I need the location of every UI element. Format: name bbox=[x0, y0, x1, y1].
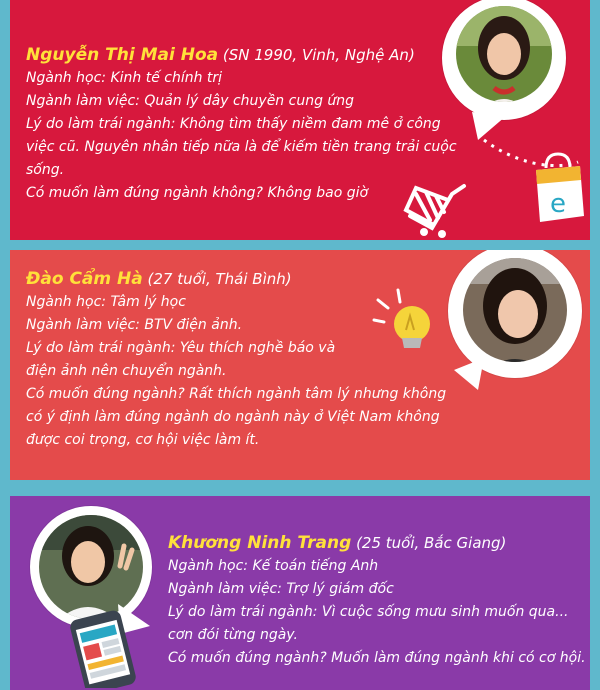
profile-line: Ngành học: Kinh tế chính trị bbox=[26, 70, 223, 86]
shopping-bag-icon: e bbox=[536, 152, 584, 222]
profile-line: Có muốn đúng ngành? Muốn làm đúng ngành … bbox=[168, 650, 586, 666]
profile-line: Có muốn đúng ngành? Rất thích ngành tâm … bbox=[26, 386, 447, 402]
smartphone-icon bbox=[70, 610, 136, 688]
profile-card-cam-ha: Đào Cẩm Hà (27 tuổi, Thái Bình) Ngành họ… bbox=[10, 250, 590, 480]
profile-card-mai-hoa: Nguyễn Thị Mai Hoa (SN 1990, Vinh, Nghệ … bbox=[10, 0, 590, 240]
profile-name: Đào Cẩm Hà bbox=[26, 269, 143, 289]
profile-text: Khương Ninh Trang (25 tuổi, Bắc Giang) N… bbox=[168, 532, 586, 670]
profile-line: Ngành làm việc: Trợ lý giám đốc bbox=[168, 581, 394, 597]
profile-info: (25 tuổi, Bắc Giang) bbox=[356, 534, 507, 552]
profile-name: Khương Ninh Trang bbox=[168, 533, 352, 553]
profile-info: (SN 1990, Vinh, Nghệ An) bbox=[222, 46, 415, 64]
profile-line: Ngành làm việc: Quản lý dây chuyền cung … bbox=[26, 93, 355, 109]
profile-heading: Nguyễn Thị Mai Hoa (SN 1990, Vinh, Nghệ … bbox=[26, 44, 457, 67]
profile-info: (27 tuổi, Thái Bình) bbox=[147, 270, 292, 288]
profile-line: được coi trọng, cơ hội việc làm ít. bbox=[26, 432, 260, 448]
avatar bbox=[456, 6, 552, 102]
profile-line: Có muốn làm đúng ngành không? Không bao … bbox=[26, 185, 369, 201]
profile-card-ninh-trang: Khương Ninh Trang (25 tuổi, Bắc Giang) N… bbox=[10, 496, 590, 690]
shopping-cart-icon bbox=[403, 184, 466, 238]
profile-line: việc cũ. Nguyên nhân tiếp nữa là để kiếm… bbox=[26, 139, 457, 155]
profile-line: cơn đói từng ngày. bbox=[168, 627, 298, 643]
avatar-bubble bbox=[442, 0, 566, 120]
profile-line: Lý do làm trái ngành: Vì cuộc sống mưu s… bbox=[168, 604, 569, 620]
bag-letter: e bbox=[550, 189, 566, 219]
light-bulb-icon bbox=[372, 288, 430, 348]
profile-line: Ngành học: Kế toán tiếng Anh bbox=[168, 558, 379, 574]
profile-line: có ý định làm đúng ngành do ngành này ở … bbox=[26, 409, 440, 425]
profile-line: sống. bbox=[26, 162, 65, 178]
profile-heading: Khương Ninh Trang (25 tuổi, Bắc Giang) bbox=[168, 532, 586, 555]
bubble-tail bbox=[454, 358, 484, 390]
profile-line: Lý do làm trái ngành: Không tìm thấy niề… bbox=[26, 116, 441, 132]
profile-name: Nguyễn Thị Mai Hoa bbox=[26, 45, 219, 65]
profile-text: Nguyễn Thị Mai Hoa (SN 1990, Vinh, Nghệ … bbox=[26, 44, 457, 205]
